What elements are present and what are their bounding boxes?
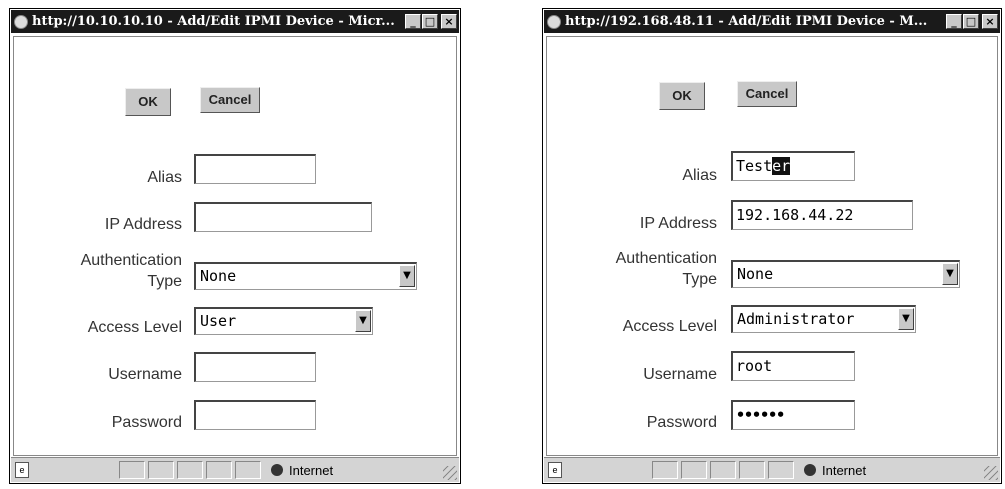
close-icon[interactable]: ×	[441, 14, 457, 29]
resize-grip-icon[interactable]	[984, 466, 998, 480]
status-cell	[681, 461, 707, 479]
chevron-down-icon[interactable]: ▼	[942, 263, 958, 285]
maximize-icon[interactable]: □	[963, 14, 979, 29]
username-label: Username	[643, 366, 717, 383]
auth-type-value: None	[200, 267, 237, 285]
minimize-icon[interactable]: _	[405, 14, 421, 29]
window-title: http://10.10.10.10 - Add/Edit IPMI Devic…	[32, 14, 395, 29]
password-label: Password	[646, 414, 717, 431]
page-icon: e	[548, 462, 562, 478]
maximize-icon[interactable]: □	[422, 14, 438, 29]
ip-address-input[interactable]	[194, 202, 372, 232]
page-icon: e	[15, 462, 29, 478]
alias-input[interactable]	[194, 154, 316, 184]
ok-button[interactable]: OK	[125, 88, 171, 116]
access-level-label: Access Level	[87, 319, 182, 336]
status-cell	[710, 461, 736, 479]
globe-icon	[804, 464, 816, 476]
status-cell	[739, 461, 765, 479]
minimize-icon[interactable]: _	[946, 14, 962, 29]
alias-selected-text: er	[772, 157, 791, 175]
chevron-down-icon[interactable]: ▼	[355, 310, 371, 332]
auth-type-label-line2: Type	[147, 273, 182, 290]
security-zone: Internet	[265, 461, 333, 479]
status-cell	[235, 461, 261, 479]
ie-page-icon	[547, 14, 561, 29]
auth-type-label-line1: Authentication	[615, 250, 717, 267]
status-cell	[119, 461, 145, 479]
status-bar: e Internet	[544, 457, 1000, 482]
form-area: OK Cancel Alias Tester IP Address 192.16…	[546, 36, 998, 456]
chevron-down-icon[interactable]: ▼	[898, 308, 914, 330]
status-cell	[768, 461, 794, 479]
alias-input[interactable]: Tester	[731, 151, 855, 181]
zone-label: Internet	[289, 462, 334, 478]
title-bar[interactable]: http://10.10.10.10 - Add/Edit IPMI Devic…	[11, 10, 459, 33]
auth-type-select[interactable]: None ▼	[194, 262, 417, 290]
ie-page-icon	[14, 14, 28, 29]
ip-address-label: IP Address	[639, 215, 717, 232]
auth-type-select[interactable]: None ▼	[731, 260, 960, 288]
form-area: OK Cancel Alias IP Address Authenticatio…	[13, 36, 457, 456]
auth-type-label-line1: Authentication	[80, 252, 182, 269]
access-level-select[interactable]: User ▼	[194, 307, 373, 335]
globe-icon	[271, 464, 283, 476]
access-level-select[interactable]: Administrator ▼	[731, 305, 916, 333]
alias-label: Alias	[147, 169, 182, 186]
password-input[interactable]: ••••••	[731, 400, 855, 430]
close-icon[interactable]: ×	[982, 14, 998, 29]
auth-type-value: None	[737, 265, 774, 283]
title-bar[interactable]: http://192.168.48.11 - Add/Edit IPMI Dev…	[544, 10, 1000, 33]
zone-label: Internet	[822, 462, 867, 478]
username-label: Username	[108, 366, 182, 383]
password-input[interactable]	[194, 400, 316, 430]
ip-address-input[interactable]: 192.168.44.22	[731, 200, 913, 230]
cancel-button[interactable]: Cancel	[737, 81, 797, 107]
status-cell	[148, 461, 174, 479]
username-input[interactable]: root	[731, 351, 855, 381]
password-label: Password	[111, 414, 182, 431]
status-cell	[206, 461, 232, 479]
access-level-value: User	[200, 312, 237, 330]
status-cell	[652, 461, 678, 479]
add-edit-ipmi-window-2: http://192.168.48.11 - Add/Edit IPMI Dev…	[542, 8, 1002, 484]
security-zone: Internet	[798, 461, 866, 479]
alias-text: Test	[736, 157, 773, 175]
username-input[interactable]	[194, 352, 316, 382]
auth-type-label-line2: Type	[682, 271, 717, 288]
chevron-down-icon[interactable]: ▼	[399, 265, 415, 287]
add-edit-ipmi-window-1: http://10.10.10.10 - Add/Edit IPMI Devic…	[9, 8, 461, 484]
access-level-value: Administrator	[737, 310, 855, 328]
ok-button[interactable]: OK	[659, 82, 705, 110]
access-level-label: Access Level	[622, 318, 717, 335]
ip-address-label: IP Address	[104, 216, 182, 233]
alias-label: Alias	[682, 167, 717, 184]
cancel-button[interactable]: Cancel	[200, 87, 260, 113]
status-bar: e Internet	[11, 457, 459, 482]
status-cell	[177, 461, 203, 479]
resize-grip-icon[interactable]	[443, 466, 457, 480]
window-title: http://192.168.48.11 - Add/Edit IPMI Dev…	[565, 14, 928, 29]
